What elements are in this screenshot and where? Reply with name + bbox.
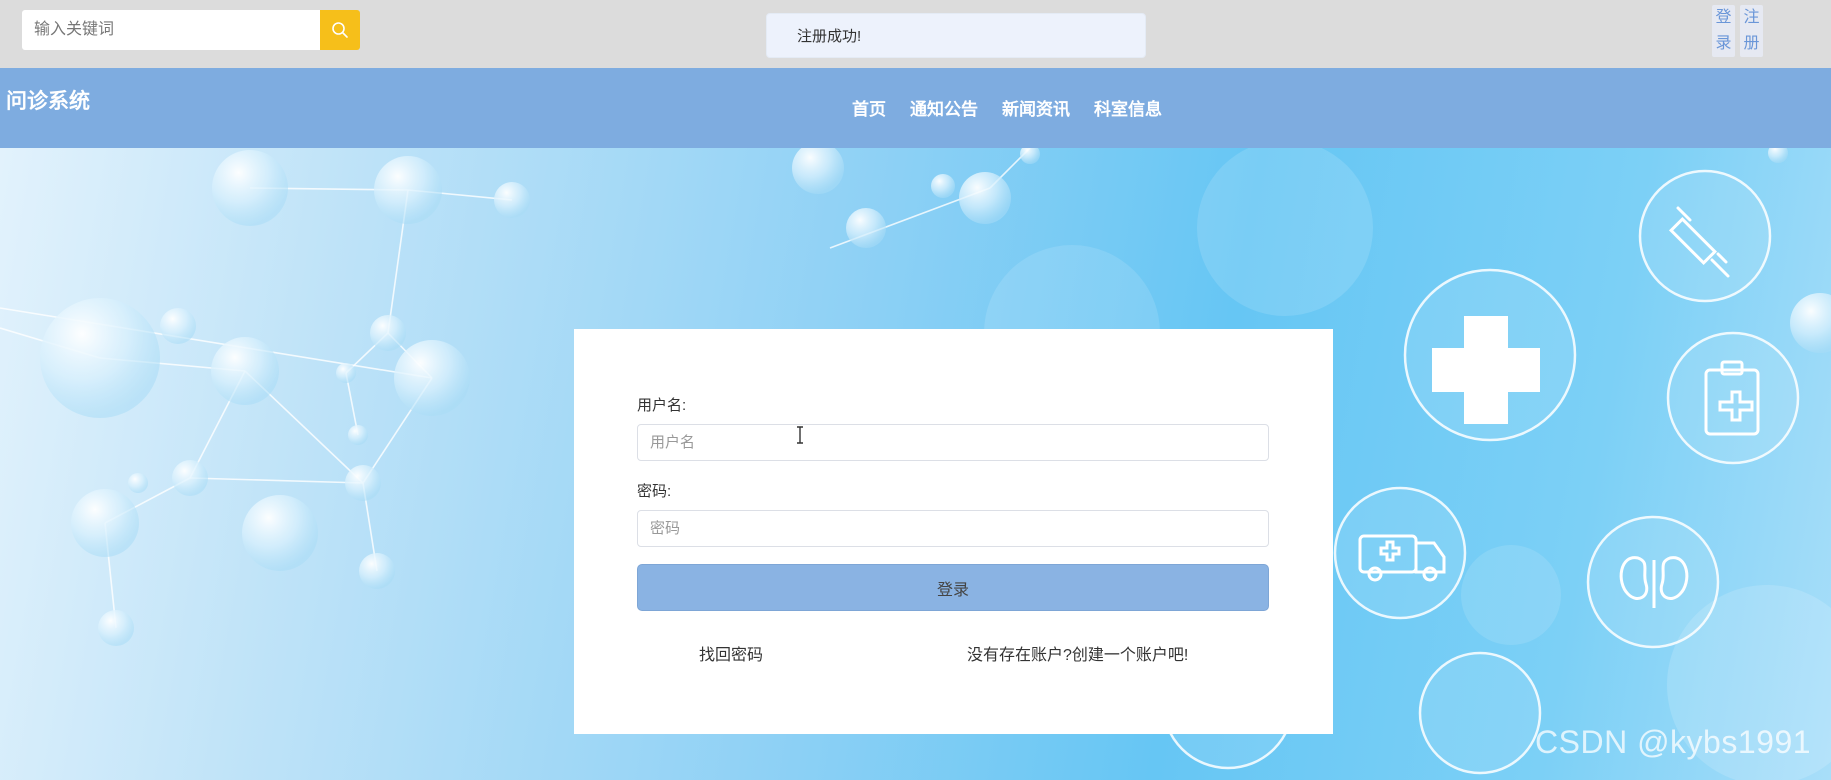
nav-item-departments[interactable]: 科室信息 bbox=[1094, 95, 1162, 120]
main-nav: 首页 通知公告 新闻资讯 科室信息 bbox=[852, 95, 1162, 120]
site-title: 问诊系统 bbox=[6, 90, 90, 113]
login-card: 用户名: 密码: 登录 找回密码 没有存在账户?创建一个账户吧! bbox=[574, 329, 1333, 734]
success-toast: 注册成功! bbox=[766, 13, 1146, 58]
login-link[interactable]: 登录 bbox=[1712, 5, 1735, 57]
toast-message: 注册成功! bbox=[797, 28, 862, 45]
search-icon bbox=[332, 22, 348, 38]
nav-item-news[interactable]: 新闻资讯 bbox=[1002, 95, 1070, 120]
register-link[interactable]: 注册 bbox=[1740, 5, 1763, 57]
search-input[interactable] bbox=[22, 10, 320, 50]
password-label: 密码: bbox=[637, 483, 672, 500]
username-input[interactable] bbox=[637, 424, 1269, 461]
username-label: 用户名: bbox=[637, 397, 687, 414]
search-button[interactable] bbox=[320, 10, 360, 50]
nav-bar: 问诊系统 首页 通知公告 新闻资讯 科室信息 bbox=[0, 68, 1831, 148]
forgot-password-link[interactable]: 找回密码 bbox=[699, 641, 763, 665]
login-submit-button[interactable]: 登录 bbox=[637, 564, 1269, 611]
nav-item-home[interactable]: 首页 bbox=[852, 95, 886, 120]
search-bar bbox=[22, 10, 360, 50]
password-input[interactable] bbox=[637, 510, 1269, 547]
nav-item-notices[interactable]: 通知公告 bbox=[910, 95, 978, 120]
watermark: CSDN @kybs1991 bbox=[1535, 724, 1812, 760]
text-cursor-icon bbox=[797, 426, 803, 444]
top-bar: 注册成功! 登录 注册 bbox=[0, 0, 1831, 68]
create-account-link[interactable]: 没有存在账户?创建一个账户吧! bbox=[967, 641, 1188, 665]
